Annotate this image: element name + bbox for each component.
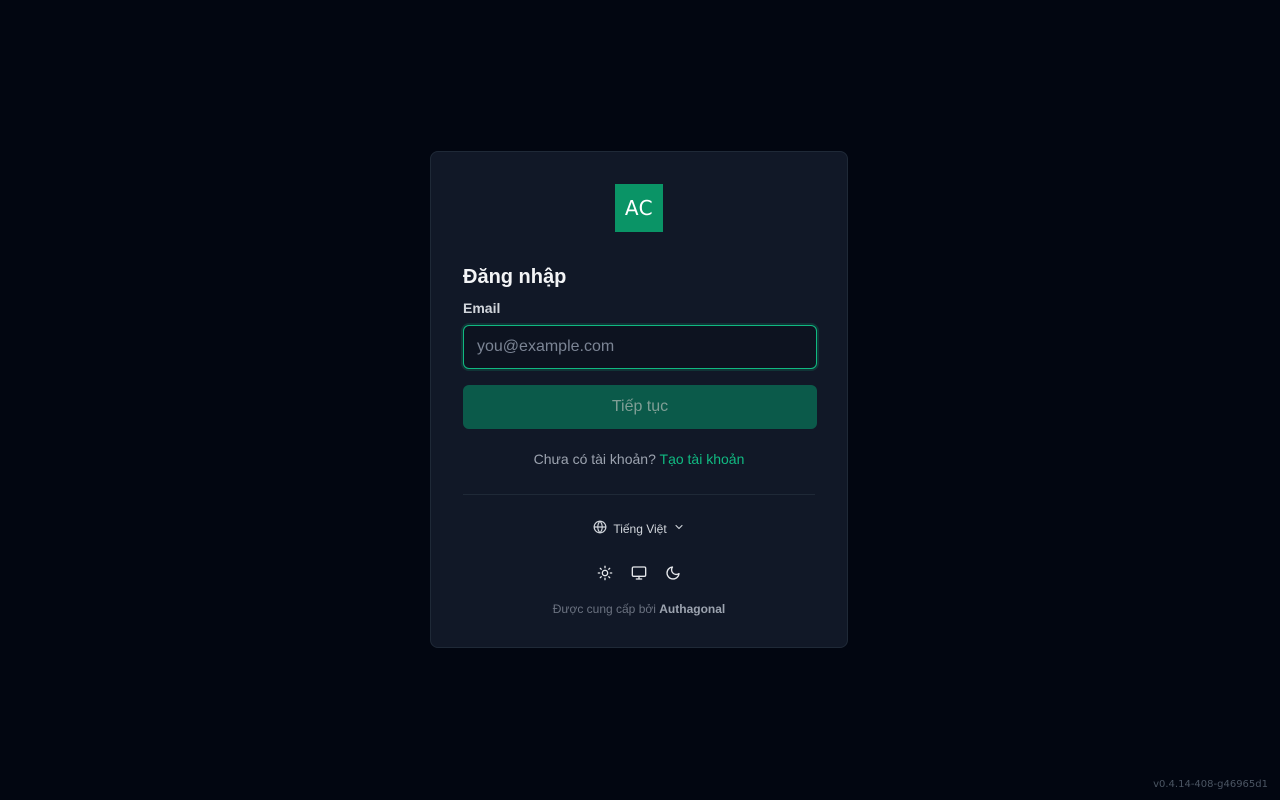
sun-icon: [597, 565, 613, 586]
chevron-down-icon: [673, 521, 685, 536]
powered-by-text: Được cung cấp bởi: [552, 602, 656, 616]
globe-icon: [593, 520, 607, 537]
powered-by: Được cung cấp bởi Authagonal: [463, 602, 815, 616]
email-field[interactable]: [463, 325, 817, 369]
language-selector-row: Tiếng Việt: [463, 520, 815, 537]
language-selector[interactable]: Tiếng Việt: [593, 520, 684, 537]
email-label: Email: [463, 300, 501, 316]
signup-prompt: Chưa có tài khoản? Tạo tài khoản: [463, 450, 815, 468]
brand-logo-text: AC: [624, 196, 654, 220]
continue-button[interactable]: Tiếp tục: [463, 385, 817, 429]
theme-system-button[interactable]: [629, 565, 649, 585]
theme-switcher: [463, 565, 815, 585]
theme-dark-button[interactable]: [663, 565, 683, 585]
language-selected: Tiếng Việt: [613, 521, 667, 536]
login-page: AC Đăng nhập Email Tiếp tục Chưa có tài …: [0, 0, 1280, 800]
brand-logo: AC: [615, 184, 663, 232]
create-account-link[interactable]: Tạo tài khoản: [660, 451, 745, 467]
theme-light-button[interactable]: [595, 565, 615, 585]
divider: [463, 494, 815, 495]
version-label: v0.4.14-408-g46965d1: [1153, 779, 1268, 790]
moon-icon: [665, 565, 681, 586]
monitor-icon: [631, 565, 647, 586]
no-account-text: Chưa có tài khoản?: [533, 451, 656, 467]
login-card: AC Đăng nhập Email Tiếp tục Chưa có tài …: [430, 151, 848, 648]
provider-name: Authagonal: [659, 602, 726, 616]
page-title: Đăng nhập: [463, 266, 567, 288]
